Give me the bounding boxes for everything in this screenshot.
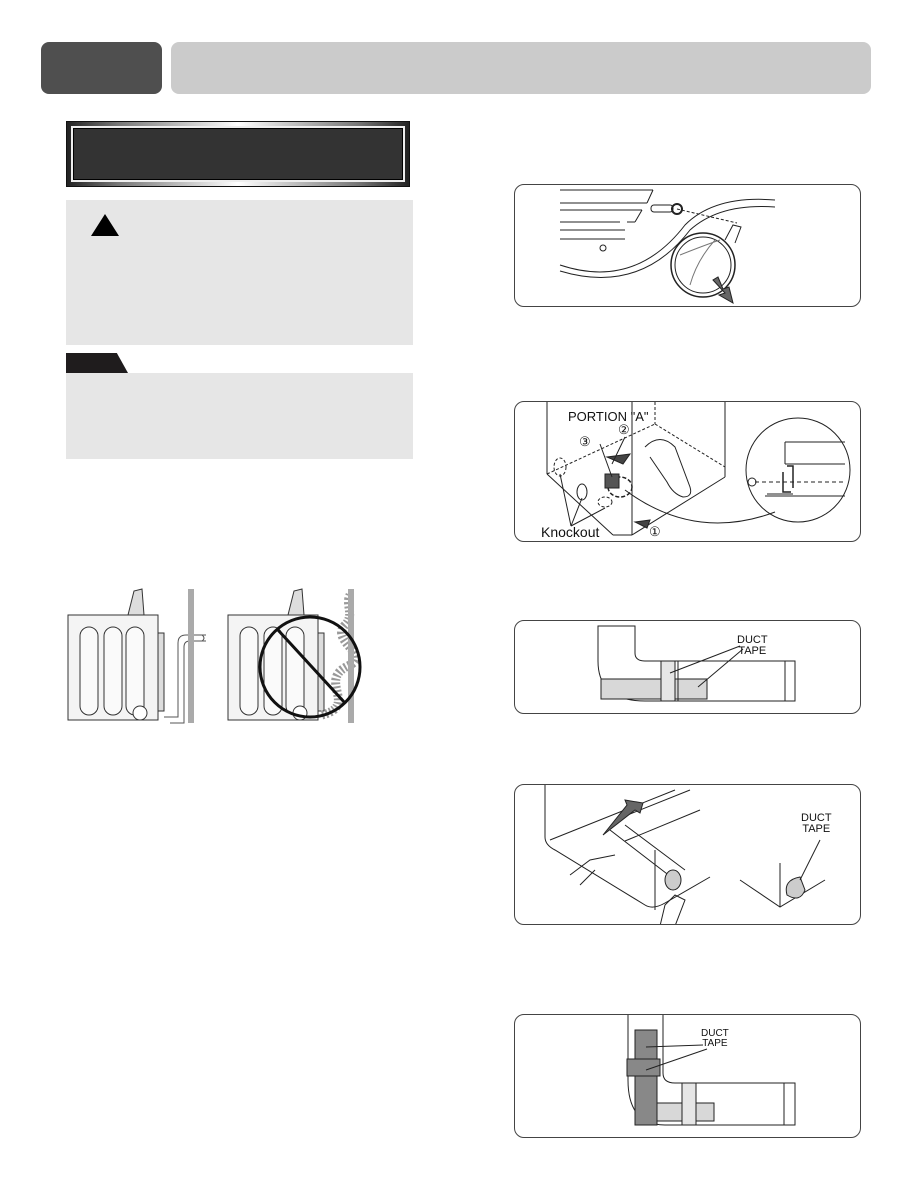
note-tab (66, 353, 128, 373)
note-box (66, 373, 413, 459)
portion-a-label: PORTION "A" (568, 409, 649, 424)
title-banner (66, 121, 410, 187)
section-header-bar (171, 42, 871, 94)
figure-attach-duct: DUCT TAPE (514, 784, 861, 925)
figure-knockout: PORTION "A" ② ③ Knockout ① (514, 401, 861, 542)
duct-tape-label-line2: TAPE (802, 823, 831, 835)
warning-triangle-icon (91, 214, 119, 236)
attach-duct-illustration (544, 785, 826, 924)
figure-duct-tape-elbow: DUCT TAPE (514, 620, 861, 714)
dryer-incorrect (227, 588, 325, 721)
remove-exhaust-illustration (559, 189, 776, 305)
duct-comparison-figure (60, 585, 380, 730)
duct-tape-label-line2: TAPE (738, 645, 767, 657)
figure-duct-tape-vertical: DUCT TAPE (514, 1014, 861, 1138)
wall-left (188, 589, 194, 723)
step-2-label: ② (618, 422, 630, 437)
duct-tape-label: DUCT TAPE (801, 813, 832, 835)
wall-right (348, 589, 354, 723)
figure-remove-exhaust (514, 184, 861, 307)
knockout-label: Knockout (541, 524, 600, 540)
duct-tape-label: DUCT TAPE (701, 1029, 729, 1049)
rigid-duct (164, 634, 206, 724)
step-1-label: ① (649, 524, 661, 539)
step-3-label: ③ (579, 434, 591, 449)
duct-comparison-svg (67, 588, 362, 724)
duct-tape-label-line2: TAPE (702, 1038, 728, 1049)
section-tab (41, 42, 162, 94)
duct-tape-label: DUCT TAPE (737, 635, 768, 657)
duct-tape-vertical-illustration (626, 1015, 796, 1126)
dryer-correct (67, 588, 165, 721)
knockout-illustration (546, 402, 851, 536)
duct-tape-elbow-illustration (597, 625, 796, 702)
